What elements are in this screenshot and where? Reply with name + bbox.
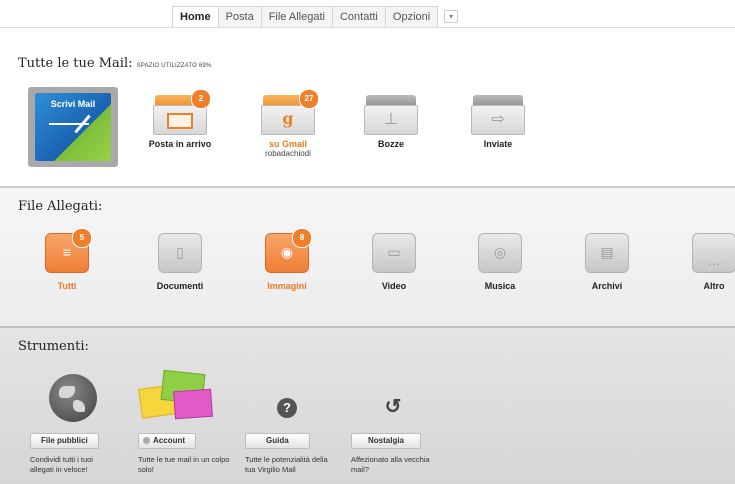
tool-public-files: File pubblici Condividi tutti i tuoi all… — [30, 430, 130, 475]
pin-icon: ⊥ — [364, 95, 418, 135]
main-tabs: Home Posta File Allegati Contatti Opzion… — [172, 6, 459, 28]
send-icon: ⇨ — [471, 95, 525, 135]
mail-section-title-text: Tutte le tue Mail: — [18, 56, 133, 71]
tab-file-allegati[interactable]: File Allegati — [261, 6, 333, 28]
drafts-label: Bozze — [377, 139, 404, 149]
guide-button[interactable]: Guida — [245, 433, 310, 449]
camera-icon: ◉ 8 — [265, 228, 312, 273]
tool-nostalgia: Nostalgia Affezionato alla vecchia mail? — [351, 430, 451, 475]
compose-label: Scrivi Mail — [50, 99, 96, 109]
video-camera-icon: ▭ — [372, 233, 416, 273]
files-archives-label: Archivi — [591, 281, 623, 291]
compose-icon: Scrivi Mail — [35, 93, 111, 161]
all-files-badge: 5 — [72, 228, 92, 248]
files-other-label: Altro — [703, 281, 725, 291]
all-files-icon: ≡ 5 — [45, 228, 92, 273]
globe-icon — [49, 374, 97, 422]
public-files-desc: Condividi tutti i tuoi allegati in veloc… — [30, 455, 93, 474]
files-video-label: Video — [381, 281, 407, 291]
chevron-down-icon: ▾ — [449, 12, 454, 21]
tab-opzioni[interactable]: Opzioni — [385, 6, 439, 28]
account-button-label: Account — [153, 436, 185, 445]
space-used-label: SPAZIO UTILIZZATO 69% — [136, 63, 212, 69]
gmail-icon: g 27 — [261, 89, 319, 135]
more-icon: … — [692, 233, 735, 273]
nostalgia-button[interactable]: Nostalgia — [351, 433, 422, 449]
drafts-folder[interactable]: ⊥ Bozze — [346, 95, 436, 149]
tool-guide: Guida Tutte le potenzialità della tua Vi… — [245, 430, 345, 475]
envelope-icon: 2 — [153, 89, 211, 135]
document-icon: ▯ — [158, 233, 202, 273]
public-files-button[interactable]: File pubblici — [30, 433, 99, 449]
archive-icon: ▤ — [585, 233, 629, 273]
gmail-count-badge: 27 — [299, 89, 319, 109]
files-all[interactable]: ≡ 5 Tutti — [27, 228, 107, 291]
inbox-label: Posta in arrivo — [148, 139, 212, 149]
gmail-label: su Gmail — [268, 139, 307, 149]
tabs-dropdown-button[interactable]: ▾ — [444, 10, 459, 23]
inbox-folder[interactable]: 2 Posta in arrivo — [135, 89, 225, 149]
account-button[interactable]: Account — [138, 433, 196, 449]
tab-home[interactable]: Home — [172, 6, 219, 28]
music-player-icon: ◎ — [478, 233, 522, 273]
files-music-label: Musica — [484, 281, 516, 291]
tool-account: Account Tutte le tue mail in un colpo so… — [138, 430, 238, 475]
inbox-count-badge: 2 — [191, 89, 211, 109]
files-all-label: Tutti — [57, 281, 77, 291]
sent-folder[interactable]: ⇨ Inviate — [453, 95, 543, 149]
images-badge: 8 — [292, 228, 312, 248]
account-status-icon — [143, 437, 150, 444]
sent-label: Inviate — [483, 139, 513, 149]
guide-desc: Tutte le potenzialità della tua Virgilio… — [245, 455, 328, 474]
nostalgia-desc: Affezionato alla vecchia mail? — [351, 455, 430, 474]
account-desc: Tutte le tue mail in un colpo solo! — [138, 455, 230, 474]
files-images-label: Immagini — [267, 281, 307, 291]
mail-section-title: Tutte le tue Mail: SPAZIO UTILIZZATO 69% — [18, 56, 212, 71]
tab-posta[interactable]: Posta — [218, 6, 262, 28]
compose-mail-button[interactable]: Scrivi Mail — [28, 87, 118, 167]
gmail-account-name: robadachiodi — [265, 149, 311, 158]
files-documents[interactable]: ▯ Documenti — [140, 233, 220, 291]
help-icon: ? — [277, 398, 297, 418]
attachments-section-title: File Allegati: — [18, 199, 103, 214]
files-video[interactable]: ▭ Video — [354, 233, 434, 291]
accounts-icon — [138, 368, 214, 426]
gmail-folder[interactable]: g 27 su Gmail robadachiodi — [243, 89, 333, 158]
files-music[interactable]: ◎ Musica — [460, 233, 540, 291]
tools-section-title: Strumenti: — [18, 339, 89, 354]
files-documents-label: Documenti — [156, 281, 204, 291]
files-images[interactable]: ◉ 8 Immagini — [247, 228, 327, 291]
tab-contatti[interactable]: Contatti — [332, 6, 386, 28]
files-archives[interactable]: ▤ Archivi — [567, 233, 647, 291]
files-other[interactable]: … Altro — [674, 233, 735, 291]
undo-icon: ↺ — [384, 396, 402, 418]
